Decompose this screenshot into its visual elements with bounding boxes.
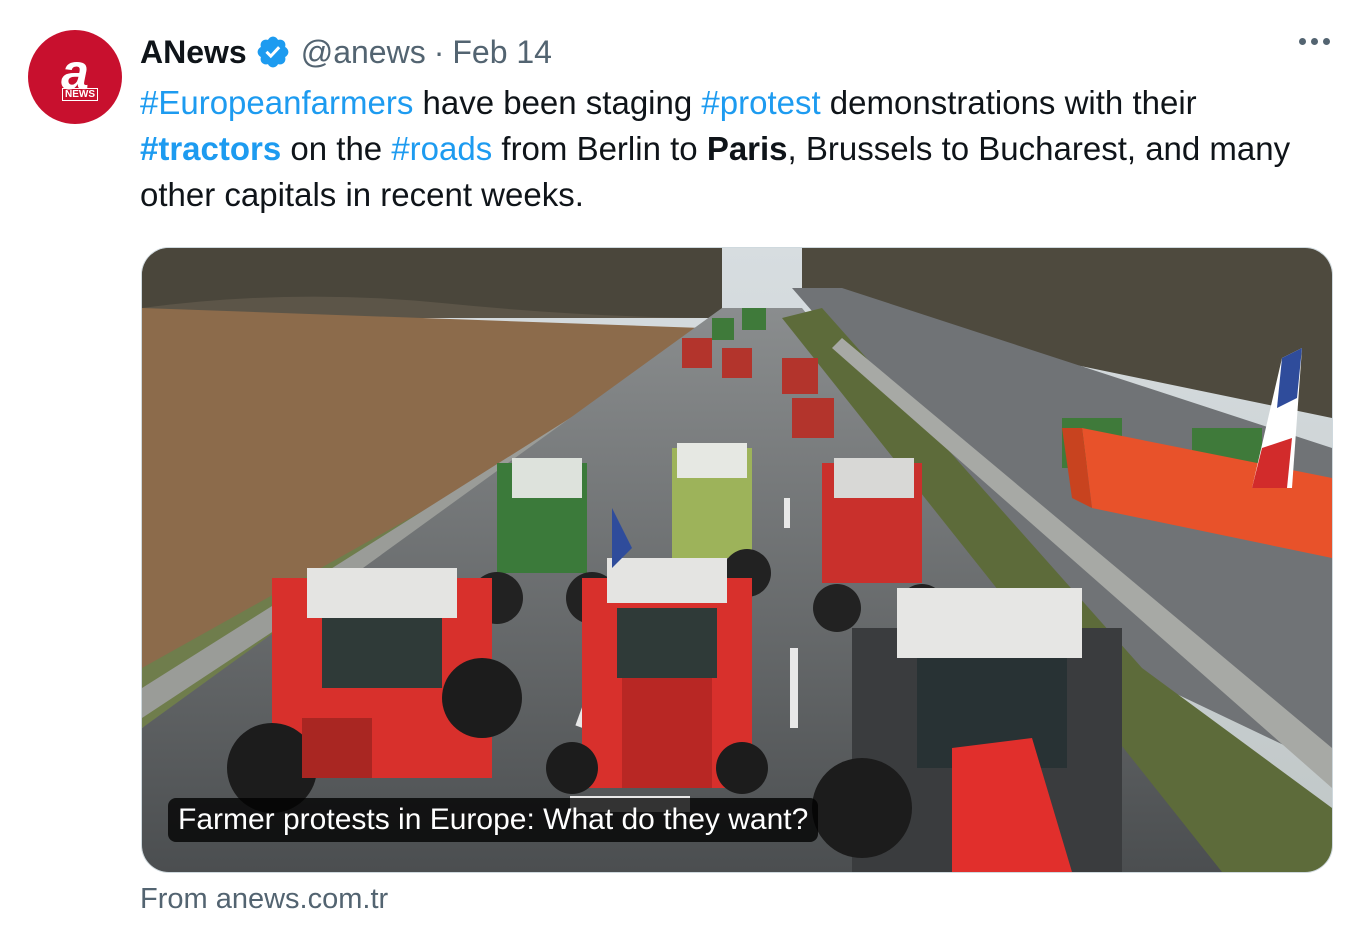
tweet-header: ANews @anews · Feb 14 <box>140 30 552 74</box>
hashtag-europeanfarmers[interactable]: #Europeanfarmers <box>140 84 413 121</box>
hashtag-roads[interactable]: #roads <box>391 130 492 167</box>
author-handle[interactable]: @anews <box>301 34 426 71</box>
tweet-text: #Europeanfarmers have been staging #prot… <box>140 80 1320 218</box>
hashtag-protest[interactable]: #protest <box>701 84 820 121</box>
avatar[interactable]: a NEWS <box>28 30 122 124</box>
card-caption: Farmer protests in Europe: What do they … <box>168 798 819 842</box>
more-dot <box>1323 38 1330 45</box>
card-image <box>142 248 1332 872</box>
avatar-logo-badge: NEWS <box>62 88 98 101</box>
more-dot <box>1311 38 1318 45</box>
more-options-icon[interactable] <box>1299 38 1330 45</box>
tweet-text-bold-paris: Paris <box>706 130 788 167</box>
more-dot <box>1299 38 1306 45</box>
tweet-text-segment: from Berlin to <box>492 130 707 167</box>
separator-dot: · <box>433 33 445 70</box>
verified-badge-icon <box>257 36 289 68</box>
tweet-text-segment: on the <box>281 130 392 167</box>
author-name[interactable]: ANews <box>140 34 247 71</box>
tweet-text-segment: demonstrations with their <box>820 84 1197 121</box>
link-card[interactable]: Farmer protests in Europe: What do they … <box>141 247 1333 873</box>
card-source-link[interactable]: From anews.com.tr <box>140 880 388 918</box>
tweet-text-segment: have been staging <box>413 84 702 121</box>
hashtag-tractors[interactable]: #tractors <box>140 130 281 167</box>
tweet[interactable]: a NEWS ANews @anews · Feb 14 #Europeanfa… <box>0 0 1372 928</box>
tweet-date[interactable]: Feb 14 <box>452 34 552 71</box>
